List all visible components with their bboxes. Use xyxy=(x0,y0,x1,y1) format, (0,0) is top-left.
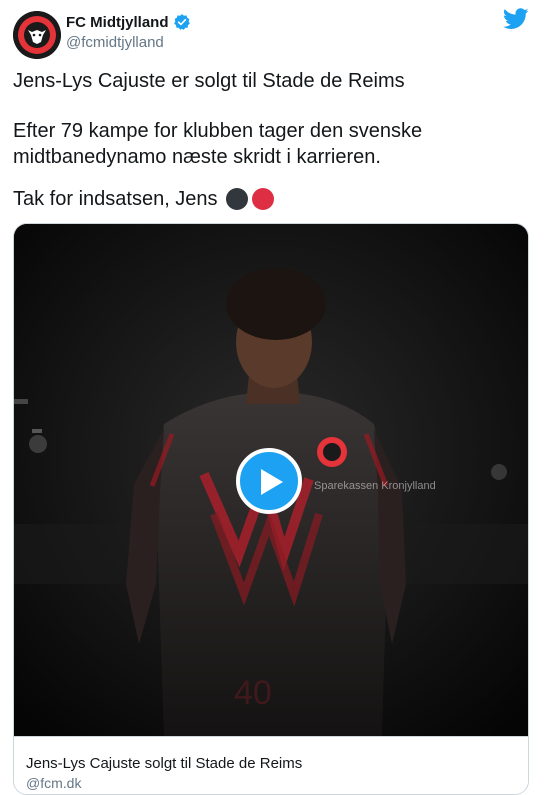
media-card[interactable]: 40 Sparekassen Kronjylland Jens-Lys Caju… xyxy=(13,223,529,795)
card-domain: @fcm.dk xyxy=(26,775,82,791)
handle[interactable]: @fcmidtjylland xyxy=(66,34,191,51)
display-name[interactable]: FC Midtjylland xyxy=(66,14,169,31)
black-circle-emoji-icon xyxy=(225,188,248,210)
sponsor-text: Sparekassen Kronjylland xyxy=(314,480,436,492)
avatar[interactable] xyxy=(13,11,61,59)
tweet-line-2: Efter 79 kampe for klubben tager den sve… xyxy=(13,120,423,168)
author-block: FC Midtjylland @fcmidtjylland xyxy=(66,12,191,51)
card-footer[interactable]: Jens-Lys Cajuste solgt til Stade de Reim… xyxy=(14,736,528,794)
fc-midtjylland-crest-icon xyxy=(13,11,61,59)
card-title[interactable]: Jens-Lys Cajuste solgt til Stade de Reim… xyxy=(26,755,302,772)
video-thumbnail[interactable]: 40 Sparekassen Kronjylland xyxy=(14,224,528,736)
verified-badge-icon xyxy=(173,13,191,31)
name-row: FC Midtjylland xyxy=(66,12,191,32)
tweet-line-3-text: Tak for indsatsen, Jens xyxy=(13,188,218,210)
twitter-bird-icon[interactable] xyxy=(502,8,529,30)
tweet-line-1: Jens-Lys Cajuste er solgt til Stade de R… xyxy=(13,70,405,92)
red-circle-emoji-icon xyxy=(251,188,274,210)
play-button[interactable] xyxy=(236,448,302,514)
play-icon xyxy=(261,469,283,495)
shirt-number: 40 xyxy=(234,674,272,712)
tweet: FC Midtjylland @fcmidtjylland Jens-Lys C… xyxy=(0,0,545,795)
tweet-line-3: Tak for indsatsen, Jens xyxy=(13,186,528,212)
